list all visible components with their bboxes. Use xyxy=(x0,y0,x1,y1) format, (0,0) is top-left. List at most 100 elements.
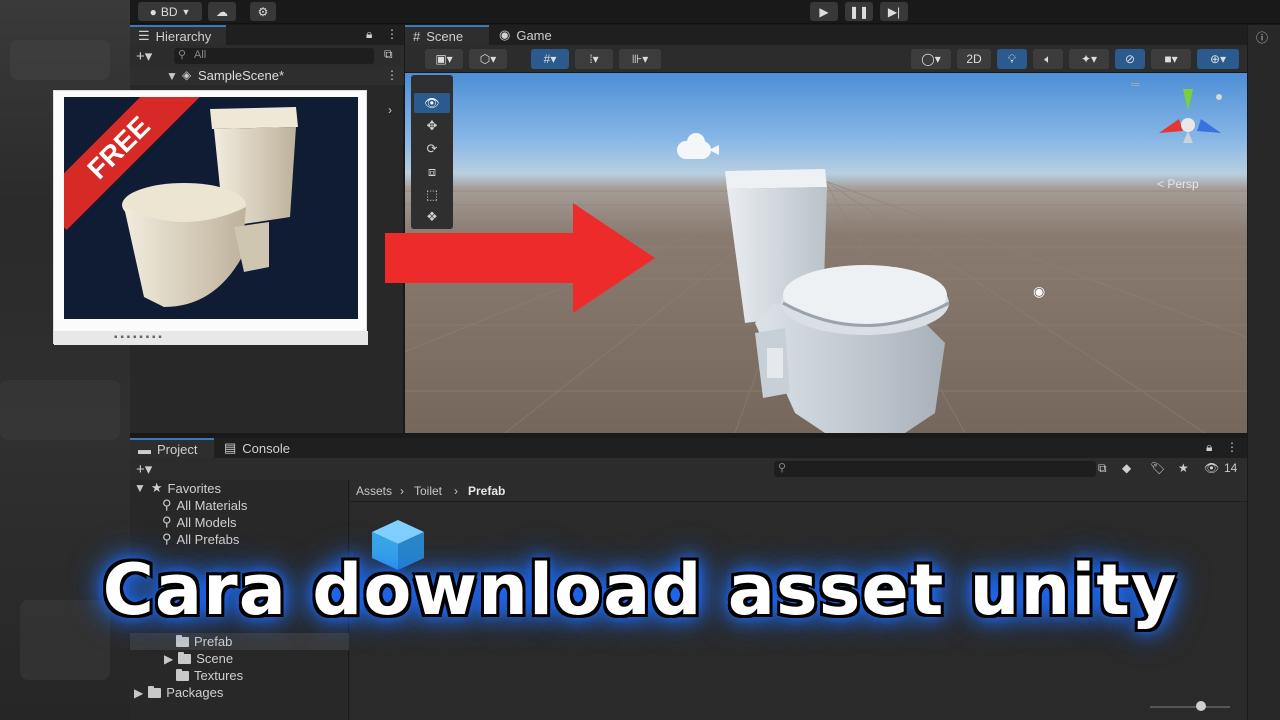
search-icon: ⚲ xyxy=(178,49,187,61)
breadcrumb-toilet[interactable]: Toilet xyxy=(414,484,442,498)
lighting-toggle[interactable]: 💡︎ xyxy=(997,49,1027,69)
info-icon[interactable]: ⓘ xyxy=(1256,29,1268,46)
favorite-all-models[interactable]: ⚲ All Models xyxy=(162,514,237,530)
gamepad-icon: ◉ xyxy=(499,27,511,42)
kebab-menu-icon[interactable]: ⋮ xyxy=(1226,440,1238,454)
folder-scene[interactable]: ▶ Scene xyxy=(164,651,233,666)
tab-game[interactable]: ◉ Game xyxy=(491,25,567,45)
tab-project[interactable]: ▬ Project xyxy=(130,438,214,458)
audio-toggle[interactable]: 🔈︎ xyxy=(1033,49,1063,69)
filter-type-icon[interactable]: ◆ xyxy=(1122,461,1131,475)
folder-textures[interactable]: Textures xyxy=(176,668,243,683)
play-button[interactable]: ▶ xyxy=(810,2,838,21)
camera-gizmo-icon[interactable] xyxy=(677,131,723,161)
search-by-type-icon[interactable]: ⧉ xyxy=(1098,461,1107,476)
increment-snap-button[interactable]: ⁞▾ xyxy=(575,49,613,69)
breadcrumb: Assets › Toilet › Prefab xyxy=(350,480,1247,502)
tab-console[interactable]: ▤ Console xyxy=(216,438,308,458)
lightbulb-icon: 💡︎ xyxy=(1007,51,1017,66)
expand-arrow-icon: ▼ xyxy=(134,481,146,495)
gizmo-icon: ⊕▾ xyxy=(1209,52,1227,66)
search-icon: ⚲ xyxy=(778,462,787,474)
hierarchy-toolbar: +▾ ⚲ All ⧉ xyxy=(130,45,404,67)
taskbar-icons: ▪ ▪ ▪ ▪ ▪ ▪ ▪ ▪ xyxy=(114,332,162,343)
packages-item[interactable]: ▶ Packages xyxy=(134,685,223,700)
pause-button[interactable]: ❚❚ xyxy=(845,2,873,21)
asset-thumbnail-card: FREE ▪ ▪ ▪ ▪ ▪ ▪ ▪ ▪ xyxy=(53,90,368,345)
toilet-model[interactable] xyxy=(715,163,975,433)
visibility-toggle[interactable]: ⊘ xyxy=(1115,49,1145,69)
gizmos-button[interactable]: ⊕▾ xyxy=(1197,49,1239,69)
favorites-item[interactable]: ▼ ★ Favorites xyxy=(134,480,221,496)
scene-row[interactable]: ▼ ◈ SampleScene* ⋮ xyxy=(130,67,404,85)
account-icon: ● xyxy=(149,4,157,19)
filter-icon[interactable]: ⧉ xyxy=(384,47,393,62)
scene-menu-icon[interactable]: ⋮ xyxy=(386,68,398,82)
breadcrumb-assets[interactable]: Assets xyxy=(356,484,392,498)
search-icon: ⚲ xyxy=(162,497,172,512)
step-button[interactable]: ▶| xyxy=(880,2,908,21)
lock-icon[interactable]: 🔒︎ xyxy=(1206,440,1212,455)
thumbnail-size-slider[interactable] xyxy=(1150,706,1230,708)
list-icon: ☰ xyxy=(138,28,150,43)
add-button[interactable]: +▾ xyxy=(136,47,152,65)
2d-toggle[interactable]: 2D xyxy=(957,49,991,69)
add-button[interactable]: +▾ xyxy=(136,460,152,478)
account-button[interactable]: ● BD ▼ xyxy=(138,2,202,21)
light-probe-icon[interactable]: ◉ xyxy=(1033,283,1045,300)
chevron-right-icon: › xyxy=(400,484,404,498)
tab-scene[interactable]: # Scene xyxy=(405,25,489,45)
pause-icon: ❚❚ xyxy=(848,4,870,19)
favorite-all-materials[interactable]: ⚲ All Materials xyxy=(162,497,247,513)
cloud-button[interactable]: ☁ xyxy=(208,2,236,21)
breadcrumb-prefab[interactable]: Prefab xyxy=(468,484,505,498)
star-icon[interactable]: ★ xyxy=(1178,461,1189,475)
shading-button[interactable]: ◯▾ xyxy=(911,49,951,69)
hierarchy-search-input[interactable]: ⚲ All xyxy=(174,48,374,64)
effects-button[interactable]: ✦▾ xyxy=(1069,49,1109,69)
red-arrow xyxy=(385,203,655,313)
collab-button[interactable]: ⚙ xyxy=(250,2,276,21)
effects-icon: ✦▾ xyxy=(1080,52,1098,66)
project-toolbar: +▾ ⚲ ⧉ ◆ 🏷︎ ★ 👁︎ 14 xyxy=(130,458,1247,480)
camera-button[interactable]: ■▾ xyxy=(1151,49,1191,69)
project-search-input[interactable]: ⚲ xyxy=(774,461,1096,477)
hidden-count-icon[interactable]: 👁︎ xyxy=(1204,461,1219,475)
scene-toolbar: ▣▾ ⬡▾ #▾ ⁞▾ ⊪▾ ◯▾ 2D 💡︎ 🔈︎ ✦▾ ⊘ ■▾ ⊕▾ xyxy=(405,45,1247,73)
viewport-menu-icon[interactable]: ═ xyxy=(1131,77,1140,91)
rect-tool-button[interactable]: ⬚ xyxy=(414,185,450,205)
draw-mode-icon: ▣▾ xyxy=(435,52,453,66)
chevron-right-icon: › xyxy=(454,484,458,498)
grid-snap-button[interactable]: #▾ xyxy=(531,49,569,69)
kebab-menu-icon[interactable]: ⋮ xyxy=(386,27,398,41)
folder-icon: ▬ xyxy=(138,441,151,457)
tab-hierarchy[interactable]: ☰ Hierarchy xyxy=(130,25,226,45)
console-icon: ▤ xyxy=(224,440,237,455)
rect-icon: ⬚ xyxy=(425,187,439,202)
hierarchy-tabbar: ☰ Hierarchy 🔒︎ ⋮ xyxy=(130,25,404,45)
speaker-icon: 🔈︎ xyxy=(1044,51,1052,66)
rotate-tool-button[interactable]: ⟳ xyxy=(414,139,450,159)
settings-icon: ⚙ xyxy=(257,4,269,19)
expand-arrow-icon: ▶ xyxy=(134,685,144,700)
scale-tool-button[interactable]: ⧈ xyxy=(414,162,450,182)
label-icon[interactable]: 🏷︎ xyxy=(1150,461,1165,475)
expand-arrow-icon[interactable]: ▼ xyxy=(166,69,178,83)
cloud-icon: ☁ xyxy=(216,4,228,19)
orientation-gizmo[interactable] xyxy=(1153,83,1227,163)
render-mode-button[interactable]: ⬡▾ xyxy=(469,49,507,69)
scale-icon: ⧈ xyxy=(427,164,437,179)
chevron-down-icon: ▼ xyxy=(181,6,191,17)
align-icon: ⊪▾ xyxy=(631,52,649,66)
slider-handle[interactable] xyxy=(1196,701,1206,711)
view-tool-button[interactable]: 👁︎ xyxy=(414,93,450,113)
folder-icon xyxy=(148,685,162,698)
expand-arrow-icon: ▶ xyxy=(164,651,174,666)
draw-mode-button[interactable]: ▣▾ xyxy=(425,49,463,69)
lock-icon[interactable]: 🔒︎ xyxy=(366,27,372,42)
grid-snap-icon: #▾ xyxy=(543,52,557,66)
unity-scene-icon: ◈ xyxy=(182,68,192,82)
collapse-arrow-icon[interactable]: › xyxy=(388,103,392,117)
move-tool-button[interactable]: ✥ xyxy=(414,116,450,136)
align-button[interactable]: ⊪▾ xyxy=(619,49,661,69)
